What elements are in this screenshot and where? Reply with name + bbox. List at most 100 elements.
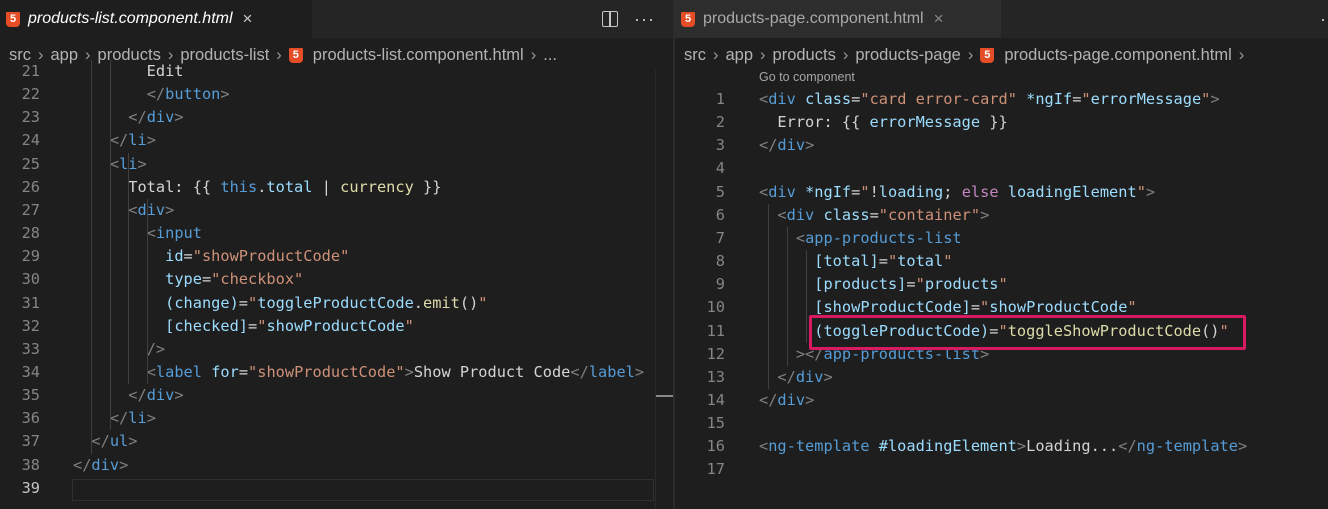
line-number: 16 — [706, 437, 725, 456]
code-line[interactable]: 29 id="showProductCode" — [0, 245, 673, 268]
code-token: = — [851, 182, 861, 201]
editor-actions: ··· — [602, 0, 655, 38]
code-line[interactable]: 23 </div> — [0, 106, 673, 129]
code-token: div — [146, 108, 175, 127]
code-token: " — [1136, 182, 1146, 201]
tab-products-page-component[interactable]: 5 products-page.component.html × — [675, 0, 1001, 38]
code-token: > — [146, 131, 156, 150]
code-line[interactable]: 22 </button> — [0, 83, 673, 106]
code-token: label — [155, 362, 202, 381]
code-token: (change) — [165, 293, 239, 312]
line-number: 23 — [21, 108, 40, 127]
code-line[interactable]: 34 <label for="showProductCode">Show Pro… — [0, 361, 673, 384]
code-line[interactable]: 30 type="checkbox" — [0, 268, 673, 291]
breadcrumb-separator-icon: › — [967, 45, 974, 64]
code-token: div — [795, 367, 824, 386]
code-line[interactable]: 1 <div class="card error-card" *ngIf="err… — [675, 88, 1328, 111]
breadcrumb-item[interactable]: src — [684, 46, 706, 65]
code-line[interactable]: 7 <app-products-list — [675, 227, 1328, 250]
line-number: 8 — [715, 252, 725, 271]
code-token: products — [924, 275, 999, 294]
code-line[interactable]: 33 /> — [0, 338, 673, 361]
line-number: 28 — [21, 224, 40, 243]
split-editor-icon[interactable] — [602, 11, 618, 27]
annotation-highlight-box — [809, 315, 1246, 350]
line-number: 7 — [715, 228, 725, 247]
code-editor[interactable]: 21 Edit 22 </button> 23 </div> 24 </li> 25 <… — [0, 60, 673, 509]
html5-icon: 5 — [6, 11, 20, 27]
code-token: ul — [109, 432, 129, 451]
code-token: "card error-card" — [860, 90, 1017, 108]
breadcrumb-item[interactable]: app — [726, 46, 754, 65]
code-line[interactable]: 5 <div *ngIf="!loading; else loadingEleme… — [675, 181, 1328, 204]
more-actions-icon[interactable]: · — [1320, 10, 1327, 28]
close-icon[interactable]: × — [243, 9, 253, 29]
line-number: 38 — [21, 455, 40, 474]
code-line[interactable]: 25 <li> — [0, 153, 673, 176]
code-token: id — [165, 247, 184, 266]
code-token: = — [970, 298, 981, 317]
code-line[interactable]: 31 (change)="toggleProductCode.emit()" — [0, 292, 673, 315]
code-line[interactable]: 21 Edit — [0, 60, 673, 83]
code-line[interactable]: 14 </div> — [675, 389, 1328, 412]
code-text: </div> — [73, 106, 183, 129]
code-line[interactable]: 37 </ul> — [0, 430, 673, 453]
code-line[interactable]: 6 <div class="container"> — [675, 204, 1328, 227]
code-line[interactable]: 8 [total]="total" — [675, 250, 1328, 273]
code-token: errorMessage — [1090, 90, 1202, 108]
tab-products-list-component[interactable]: 5 products-list.component.html × — [0, 0, 312, 38]
code-token: div — [768, 182, 796, 201]
code-token: input — [155, 224, 202, 243]
code-token: div — [777, 136, 806, 155]
code-line[interactable]: 38 </div> — [0, 454, 673, 477]
tab-title: products-list.component.html — [28, 10, 233, 27]
code-line[interactable]: 9 [products]="products" — [675, 273, 1328, 296]
code-editor[interactable]: Go to component 1 <div class="card error-… — [675, 68, 1328, 509]
code-text: <div> — [73, 199, 174, 222]
code-line[interactable]: 17 — [675, 458, 1328, 481]
breadcrumb-item[interactable]: products — [773, 46, 836, 65]
code-token: () — [459, 293, 479, 312]
line-number: 25 — [21, 154, 40, 173]
code-token: > — [805, 136, 815, 155]
code-line[interactable]: 16 <ng-template #loadingElement>Loading..… — [675, 435, 1328, 458]
code-token: " — [1081, 90, 1091, 108]
code-line[interactable]: 35 </div> — [0, 384, 673, 407]
code-text: </li> — [73, 407, 156, 430]
breadcrumb-item[interactable]: products-page.component.html — [1004, 46, 1231, 65]
breadcrumb: src › app › products › products-page › 5 products… — [675, 38, 1328, 72]
code-token: </ — [759, 136, 778, 155]
editor-actions: · — [1320, 0, 1327, 38]
code-text: </button> — [73, 83, 230, 106]
code-line[interactable]: 36 </li> — [0, 407, 673, 430]
more-actions-icon[interactable]: ··· — [634, 10, 655, 28]
code-token: </ — [128, 386, 147, 405]
code-token: > — [128, 432, 138, 451]
code-line[interactable]: 13 </div> — [675, 366, 1328, 389]
breadcrumb-separator-icon: › — [1238, 45, 1245, 64]
code-line[interactable]: 15 — [675, 412, 1328, 435]
code-text: </div> — [759, 389, 814, 412]
code-line[interactable]: 2 Error: {{ errorMessage }} — [675, 111, 1328, 134]
code-token: = — [238, 362, 249, 381]
code-line[interactable]: 4 — [675, 157, 1328, 180]
code-text: Edit — [73, 60, 184, 83]
code-token: "container" — [878, 205, 981, 224]
code-line[interactable]: 3 </div> — [675, 134, 1328, 157]
code-line[interactable]: 39 — [0, 477, 673, 500]
breadcrumb-item[interactable]: products-page — [855, 46, 961, 65]
code-token: " — [478, 293, 488, 312]
codelens-go-to-component[interactable]: Go to component — [759, 70, 855, 84]
code-line[interactable]: 28 <input — [0, 222, 673, 245]
code-line[interactable]: 24 </li> — [0, 129, 673, 152]
code-text: <div class="card error-card" *ngIf="erro… — [759, 88, 1220, 111]
code-token: < — [795, 228, 806, 247]
code-line[interactable]: 27 <div> — [0, 199, 673, 222]
close-icon[interactable]: × — [934, 9, 944, 29]
code-line[interactable]: 26 Total: {{ this.total | currency }} — [0, 176, 673, 199]
code-line[interactable]: 32 [checked]="showProductCode" — [0, 315, 673, 338]
